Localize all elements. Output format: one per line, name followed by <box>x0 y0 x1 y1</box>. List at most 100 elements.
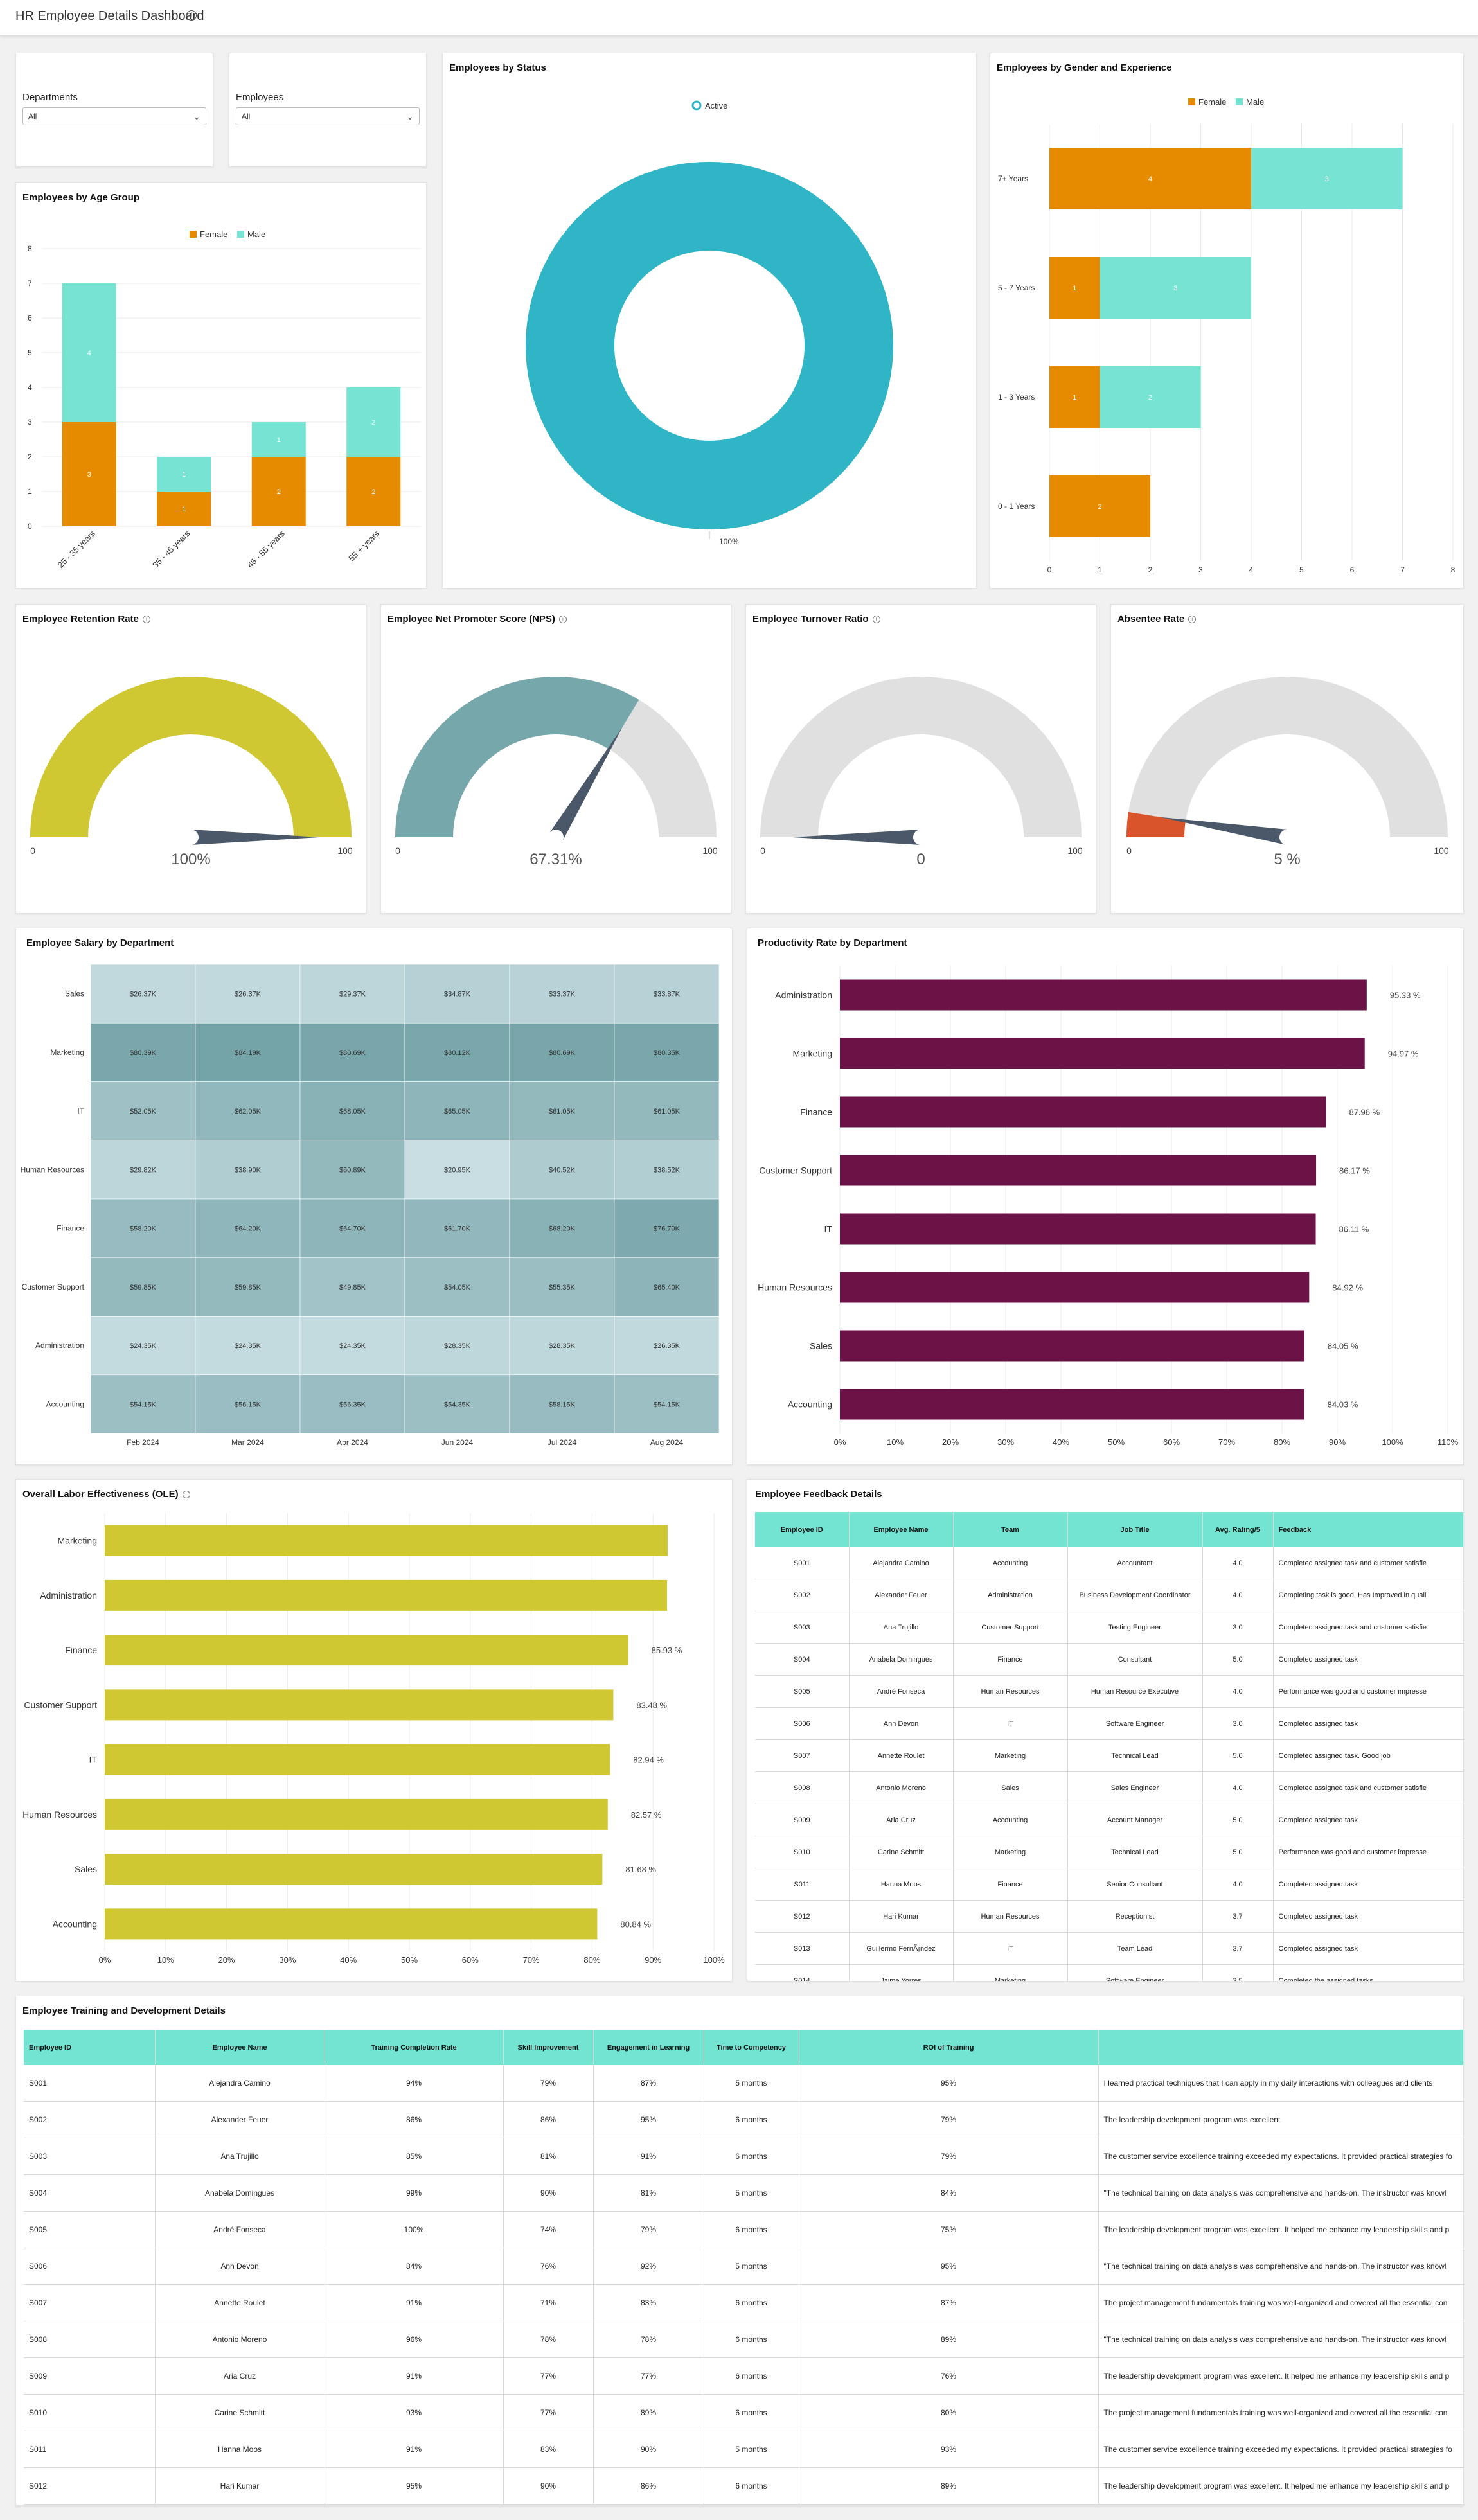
feedback-table-cell: Anabela Domingues <box>849 1643 954 1676</box>
feedback-table: Employee ID Employee Name Team Job Title Avg… <box>755 1512 1463 1981</box>
gender-legend-label-0[interactable]: Female <box>1198 97 1226 107</box>
training-table-cell: Alexander Feuer <box>155 2101 325 2138</box>
age-data-label: 4 <box>87 350 91 357</box>
ole-bar[interactable] <box>105 1635 628 1666</box>
training-table-row[interactable]: S009 Aria Cruz 91% 77% 77% 6 months 76% The lea… <box>24 2357 1463 2395</box>
ole-bar[interactable] <box>105 1744 610 1775</box>
training-table-row[interactable]: S004 Anabela Domingues 99% 90% 81% 5 months 84… <box>24 2174 1463 2212</box>
feedback-table-row[interactable]: S007 Annette Roulet Marketing Technical Lea… <box>755 1739 1463 1772</box>
feedback-table-row[interactable]: S008 Antonio Moreno Sales Sales Engineer 4.0… <box>755 1771 1463 1804</box>
ole-bar[interactable] <box>105 1798 608 1830</box>
info-icon[interactable]: i <box>186 10 197 21</box>
productivity-bar[interactable] <box>840 1155 1317 1186</box>
training-table-row[interactable]: S006 Ann Devon 84% 76% 92% 5 months 95% "The te… <box>24 2248 1463 2285</box>
feedback-column-header[interactable]: Job Title <box>1067 1512 1203 1547</box>
feedback-column-header[interactable]: Employee ID <box>755 1512 850 1547</box>
feedback-table-row[interactable]: S014 Jaime Yorres Marketing Software Engine… <box>755 1964 1463 1981</box>
training-table-row[interactable]: S012 Hari Kumar 95% 90% 86% 6 months 89% The le… <box>24 2467 1463 2505</box>
productivity-bar[interactable] <box>840 1272 1310 1303</box>
training-table-cell: Carine Schmitt <box>155 2394 325 2431</box>
productivity-bar[interactable] <box>840 979 1367 1011</box>
age-legend-label-0[interactable]: Female <box>200 229 227 239</box>
training-table-row[interactable]: S007 Annette Roulet 91% 71% 83% 6 months 87% Th… <box>24 2284 1463 2321</box>
ole-bar[interactable] <box>105 1854 603 1885</box>
feedback-table-row[interactable]: S012 Hari Kumar Human Resources Receptionis… <box>755 1900 1463 1933</box>
training-table-cell: S003 <box>24 2138 156 2175</box>
training-column-header[interactable]: Employee ID <box>24 2030 156 2065</box>
feedback-table-cell: IT <box>953 1707 1068 1740</box>
feedback-column-header[interactable]: Feedback <box>1273 1512 1463 1547</box>
productivity-ytick: Finance <box>800 1107 832 1117</box>
training-column-header[interactable]: Employee Feedback <box>1098 2030 1463 2065</box>
feedback-column-header[interactable]: Employee Name <box>849 1512 954 1547</box>
training-column-header[interactable]: Employee Name <box>155 2030 325 2065</box>
feedback-table-cell: 4.0 <box>1202 1675 1274 1708</box>
ole-xtick: 80% <box>583 1955 600 1965</box>
training-table-row[interactable]: S010 Carine Schmitt 93% 77% 89% 6 months 80% Th… <box>24 2394 1463 2431</box>
training-column-header[interactable]: Engagement in Learning <box>593 2030 704 2065</box>
feedback-table-row[interactable]: S003 Ana Trujillo Customer Support Testing … <box>755 1611 1463 1644</box>
status-slice-active[interactable] <box>525 161 893 530</box>
training-table-cell: 87% <box>799 2284 1099 2321</box>
training-table-row[interactable]: S003 Ana Trujillo 85% 81% 91% 6 months 79% The … <box>24 2138 1463 2175</box>
ole-bar[interactable] <box>105 1525 668 1556</box>
productivity-bar[interactable] <box>840 1389 1304 1420</box>
departments-select[interactable]: All ⌄ <box>22 107 206 125</box>
gauge-track <box>760 677 1082 837</box>
gauge-max-label: 100 <box>1067 846 1083 856</box>
training-table-wrap[interactable]: Employee ID Employee Name Training Complet… <box>24 2030 1463 2505</box>
feedback-table-cell: 5.0 <box>1202 1804 1274 1836</box>
training-column-header[interactable]: Training Completion Rate <box>325 2030 504 2065</box>
training-table-row[interactable]: S002 Alexander Feuer 86% 86% 95% 6 months 79% T… <box>24 2101 1463 2138</box>
ole-bar[interactable] <box>105 1689 614 1721</box>
gender-ytick: 0 - 1 Years <box>998 502 1035 511</box>
training-table-cell: 71% <box>503 2284 594 2321</box>
employees-select[interactable]: All ⌄ <box>236 107 420 125</box>
productivity-bar[interactable] <box>840 1096 1326 1128</box>
feedback-table-cell: Antonio Moreno <box>849 1771 954 1804</box>
feedback-column-header[interactable]: Team <box>953 1512 1068 1547</box>
training-table-cell: 91% <box>325 2357 504 2395</box>
training-table-row[interactable]: S005 André Fonseca 100% 74% 79% 6 months 75% Th… <box>24 2211 1463 2248</box>
gender-xtick: 4 <box>1249 565 1254 574</box>
productivity-data-label: 84.05 % <box>1328 1342 1358 1351</box>
feedback-table-row[interactable]: S006 Ann Devon IT Software Engineer 3.0 Compl… <box>755 1707 1463 1740</box>
feedback-table-row[interactable]: S001 Alejandra Camino Accounting Accountant… <box>755 1547 1463 1579</box>
training-table-cell: 91% <box>325 2431 504 2468</box>
feedback-table-wrap[interactable]: Employee ID Employee Name Team Job Title Avg… <box>755 1512 1463 1981</box>
feedback-table-cell: Software Engineer <box>1067 1707 1203 1740</box>
gauge-value-label: 100% <box>171 851 210 868</box>
feedback-table-row[interactable]: S005 André Fonseca Human Resources Human Re… <box>755 1675 1463 1708</box>
feedback-table-row[interactable]: S002 Alexander Feuer Administration Busines… <box>755 1579 1463 1611</box>
training-table-row[interactable]: S001 Alejandra Camino 94% 79% 87% 5 months 95%… <box>24 2065 1463 2102</box>
training-column-header[interactable]: ROI of Training <box>799 2030 1099 2065</box>
ole-ytick: Marketing <box>58 1536 97 1546</box>
ole-bar[interactable] <box>105 1579 668 1611</box>
ole-data-label: 82.57 % <box>631 1810 662 1820</box>
age-data-label: 1 <box>182 506 186 513</box>
training-column-header[interactable]: Time to Competency <box>704 2030 799 2065</box>
feedback-column-header[interactable]: Avg. Rating/5 <box>1202 1512 1274 1547</box>
feedback-table-row[interactable]: S013 Guillermo FernÃ¡ndez IT Team Lead 3.7 Co… <box>755 1932 1463 1965</box>
training-table-row[interactable]: S011 Hanna Moos 91% 83% 90% 5 months 93% The cu… <box>24 2431 1463 2468</box>
productivity-bar[interactable] <box>840 1330 1304 1362</box>
training-column-header[interactable]: Skill Improvement <box>503 2030 594 2065</box>
training-table-cell: 6 months <box>704 2394 799 2431</box>
feedback-table-cell: S002 <box>755 1579 850 1611</box>
age-legend-label-1[interactable]: Male <box>247 229 265 239</box>
feedback-table-row[interactable]: S004 Anabela Domingues Finance Consultant 5.… <box>755 1643 1463 1676</box>
training-table-row[interactable]: S008 Antonio Moreno 96% 78% 78% 6 months 89% "T… <box>24 2321 1463 2358</box>
ole-data-label: 83.48 % <box>636 1700 667 1710</box>
productivity-bar[interactable] <box>840 1213 1316 1245</box>
training-table-cell: 86% <box>325 2101 504 2138</box>
gender-data-label: 2 <box>1098 503 1101 511</box>
status-legend-label[interactable]: Active <box>705 101 727 111</box>
feedback-table-cell: 5.0 <box>1202 1836 1274 1868</box>
feedback-table-row[interactable]: S009 Aria Cruz Accounting Account Manager 5.… <box>755 1804 1463 1836</box>
productivity-bar[interactable] <box>840 1038 1365 1069</box>
ole-bar[interactable] <box>105 1908 598 1940</box>
salary-ytick: IT <box>77 1106 84 1115</box>
feedback-table-row[interactable]: S011 Hanna Moos Finance Senior Consultant 4.… <box>755 1868 1463 1901</box>
feedback-table-row[interactable]: S010 Carine Schmitt Marketing Technical Lea… <box>755 1836 1463 1868</box>
gender-legend-label-1[interactable]: Male <box>1246 97 1264 107</box>
